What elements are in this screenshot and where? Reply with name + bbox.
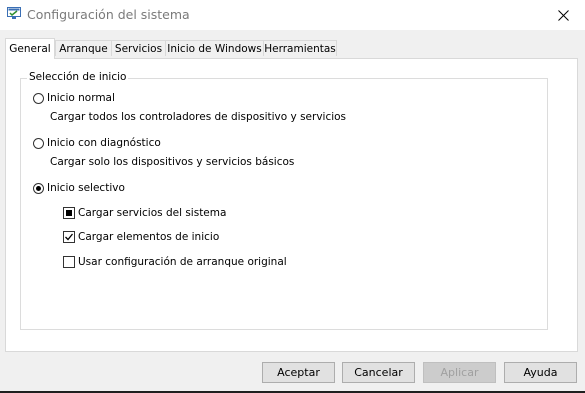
button-label: Cancelar bbox=[354, 366, 403, 379]
tab-arranque[interactable]: Arranque bbox=[55, 40, 112, 56]
button-label: Aceptar bbox=[277, 366, 320, 379]
help-button[interactable]: Ayuda bbox=[504, 362, 577, 383]
check-load-system-services[interactable]: Cargar servicios del sistema bbox=[63, 207, 226, 219]
checkbox-checked[interactable] bbox=[63, 231, 75, 243]
tab-inicio-windows[interactable]: Inicio de Windows bbox=[165, 40, 264, 56]
checkbox-unchecked[interactable] bbox=[63, 256, 75, 268]
radio-label: Inicio con diagnóstico bbox=[47, 137, 161, 149]
tab-label: Arranque bbox=[59, 42, 108, 55]
radio-button[interactable] bbox=[33, 92, 44, 104]
check-original-boot-config[interactable]: Usar configuración de arranque original bbox=[63, 256, 287, 268]
tab-label: General bbox=[9, 43, 51, 55]
normal-startup-description: Cargar todos los controladores de dispos… bbox=[50, 111, 347, 123]
button-label: Ayuda bbox=[523, 366, 558, 379]
tab-servicios[interactable]: Servicios bbox=[111, 40, 166, 56]
startup-selection-group: Selección de inicio Inicio normal Cargar… bbox=[20, 71, 548, 330]
close-icon bbox=[557, 9, 569, 21]
window-title: Configuración del sistema bbox=[27, 7, 190, 22]
checkbox-label: Usar configuración de arranque original bbox=[78, 256, 287, 268]
cancel-button[interactable]: Cancelar bbox=[342, 362, 415, 383]
radio-label: Inicio selectivo bbox=[47, 182, 125, 194]
radio-selective-startup[interactable]: Inicio selectivo bbox=[33, 182, 125, 194]
radio-label: Inicio normal bbox=[47, 92, 115, 104]
title-bar: Configuración del sistema bbox=[0, 0, 585, 30]
button-label: Aplicar bbox=[440, 366, 479, 379]
tab-label: Inicio de Windows bbox=[167, 42, 262, 55]
close-button[interactable] bbox=[541, 0, 585, 30]
radio-button-selected[interactable] bbox=[33, 182, 44, 194]
check-load-startup-items[interactable]: Cargar elementos de inicio bbox=[63, 231, 219, 243]
tab-herramientas[interactable]: Herramientas bbox=[263, 40, 337, 56]
radio-normal-startup[interactable]: Inicio normal bbox=[33, 92, 115, 104]
group-legend: Selección de inicio bbox=[27, 71, 129, 83]
tab-panel-general: Selección de inicio Inicio normal Cargar… bbox=[5, 58, 578, 352]
checkbox-indeterminate[interactable] bbox=[63, 207, 75, 219]
tab-general[interactable]: General bbox=[5, 38, 55, 59]
diagnostic-startup-description: Cargar solo los dispositivos y servicios… bbox=[50, 156, 295, 168]
msconfig-icon bbox=[7, 7, 21, 19]
checkbox-label: Cargar servicios del sistema bbox=[78, 207, 227, 219]
checkmark-icon bbox=[65, 233, 74, 241]
tab-label: Herramientas bbox=[264, 42, 336, 55]
apply-button[interactable]: Aplicar bbox=[423, 362, 496, 383]
ok-button[interactable]: Aceptar bbox=[262, 362, 335, 383]
tab-strip: General Arranque Servicios Inicio de Win… bbox=[0, 38, 585, 59]
checkbox-label: Cargar elementos de inicio bbox=[78, 231, 220, 243]
tab-label: Servicios bbox=[114, 42, 163, 55]
radio-diagnostic-startup[interactable]: Inicio con diagnóstico bbox=[33, 137, 161, 149]
radio-button[interactable] bbox=[33, 137, 44, 149]
